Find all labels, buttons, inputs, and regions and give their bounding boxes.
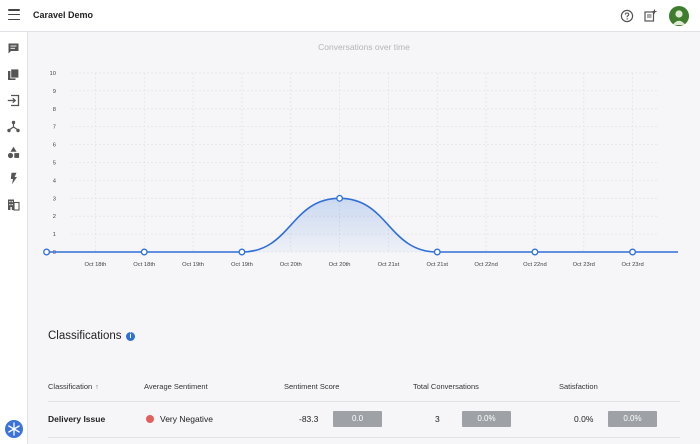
user-avatar[interactable] [669, 6, 689, 26]
hub-icon[interactable] [7, 120, 20, 133]
bolt-icon[interactable] [7, 172, 20, 185]
y-tick-label: 9 [53, 89, 56, 95]
library-books-icon[interactable] [7, 68, 20, 81]
y-tick-label: 5 [53, 161, 56, 167]
x-tick-label: Oct 19th [182, 262, 204, 268]
data-point [238, 248, 246, 256]
column-header-sentiment-score[interactable]: Sentiment Score [284, 382, 339, 391]
info-icon[interactable]: i [126, 332, 135, 341]
business-icon[interactable] [7, 198, 20, 211]
satisfaction-pill: 0.0% [608, 411, 657, 427]
data-point [140, 248, 148, 256]
satisfaction-value: 0.0% [574, 414, 594, 424]
y-tick-label: 6 [53, 143, 56, 149]
y-tick-label: 2 [53, 214, 56, 220]
series-area [46, 198, 678, 253]
person-icon [672, 10, 686, 25]
x-tick-label: Oct 21st [378, 262, 400, 268]
y-tick-label: 8 [53, 107, 56, 113]
column-header-classification[interactable]: Classification ↑ [48, 382, 99, 391]
y-tick-label: 7 [53, 125, 56, 131]
y-tick-label: 1 [53, 232, 56, 238]
column-header-satisfaction[interactable]: Satisfaction [559, 382, 598, 391]
sentiment-score-value: -83.3 [299, 414, 319, 424]
y-tick-label: 0 [53, 250, 56, 256]
table-row-divider [48, 437, 680, 438]
y-tick-label: 4 [53, 178, 57, 184]
snowflake-icon [8, 422, 20, 436]
x-tick-label: Oct 23rd [621, 262, 643, 268]
total-conversations-pill: 0.0% [462, 411, 511, 427]
classification-name[interactable]: Delivery Issue [48, 414, 105, 424]
x-tick-label: Oct 20th [280, 262, 302, 268]
chat-icon[interactable] [7, 42, 20, 55]
sort-arrow-icon[interactable]: ↑ [95, 384, 99, 391]
app-title: Caravel Demo [33, 10, 94, 20]
data-point [531, 248, 539, 256]
conversations-chart: 0 1 2 3 4 5 6 7 8 9 10 Oct 18th Oct 18th Oct 19th Oct … [43, 71, 678, 268]
x-tick-label: Oct 22nd [523, 262, 547, 268]
column-header-total-conversations[interactable]: Total Conversations [413, 382, 479, 391]
x-tick-label: Oct 21st [426, 262, 448, 268]
shapes-icon[interactable] [7, 146, 20, 159]
column-header-classification-label: Classification [48, 382, 93, 391]
menu-icon[interactable] [8, 9, 20, 21]
help-icon[interactable] [620, 9, 634, 23]
sentiment-score-pill: 0.0 [333, 411, 382, 427]
sentiment-indicator-dot [146, 415, 154, 423]
x-tick-label: Oct 18th [84, 262, 106, 268]
y-tick-label: 10 [50, 71, 56, 77]
y-tick-label: 3 [53, 196, 56, 202]
chart-title: Conversations over time [318, 42, 410, 52]
average-sentiment-label: Very Negative [160, 414, 213, 424]
x-tick-label: Oct 20th [329, 262, 351, 268]
sidebar [0, 32, 28, 444]
x-tick-label: Oct 18th [133, 262, 155, 268]
data-point [336, 194, 344, 202]
classifications-title: Classifications [48, 330, 122, 342]
x-tick-label: Oct 23rd [573, 262, 595, 268]
data-point [433, 248, 441, 256]
column-header-average-sentiment[interactable]: Average Sentiment [144, 382, 208, 391]
input-icon[interactable] [7, 94, 20, 107]
total-conversations-value: 3 [435, 414, 440, 424]
note-add-icon[interactable] [643, 9, 657, 23]
snowflake-logo[interactable] [5, 420, 23, 438]
x-tick-label: Oct 19th [231, 262, 253, 268]
table-header-divider [48, 401, 680, 402]
x-tick-label: Oct 22nd [474, 262, 498, 268]
data-point [43, 248, 51, 256]
data-point [629, 248, 637, 256]
top-app-bar: Caravel Demo [0, 0, 700, 32]
